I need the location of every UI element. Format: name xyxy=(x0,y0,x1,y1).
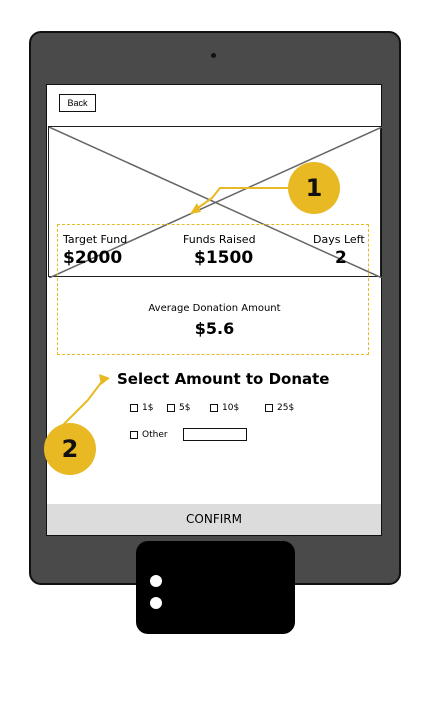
option-10-checkbox[interactable]: 10$ xyxy=(210,403,239,413)
days-left-label: Days Left xyxy=(313,233,365,246)
home-button-panel xyxy=(136,541,295,634)
checkbox-icon[interactable] xyxy=(167,404,175,412)
option-other-checkbox[interactable]: Other xyxy=(130,430,168,440)
indicator-dot xyxy=(150,597,162,609)
target-fund-label: Target Fund xyxy=(63,233,128,246)
indicator-dot xyxy=(150,575,162,587)
option-label: 25$ xyxy=(277,403,295,413)
option-label: 1$ xyxy=(142,403,154,413)
back-button[interactable]: Back xyxy=(59,94,96,112)
checkbox-icon[interactable] xyxy=(130,404,138,412)
annotation-badge-2: 2 xyxy=(44,423,96,475)
option-5-checkbox[interactable]: 5$ xyxy=(167,403,190,413)
checkbox-icon[interactable] xyxy=(265,404,273,412)
average-donation-label: Average Donation Amount xyxy=(148,303,281,314)
option-label: 5$ xyxy=(179,403,191,413)
option-1-checkbox[interactable]: 1$ xyxy=(130,403,153,413)
donate-section-title: Select Amount to Donate xyxy=(117,370,330,388)
option-label: Other xyxy=(142,430,168,440)
funds-raised-label: Funds Raised xyxy=(183,233,256,246)
option-label: 10$ xyxy=(222,403,240,413)
camera-dot xyxy=(211,53,216,58)
target-fund-value: $2000 xyxy=(63,248,123,268)
confirm-button[interactable]: CONFIRM xyxy=(47,504,381,535)
checkbox-icon[interactable] xyxy=(130,431,138,439)
days-left-value: 2 xyxy=(335,248,347,268)
option-25-checkbox[interactable]: 25$ xyxy=(265,403,294,413)
other-amount-input[interactable] xyxy=(183,428,247,441)
average-donation-value: $5.6 xyxy=(194,319,235,338)
funds-raised-value: $1500 xyxy=(194,248,254,268)
annotation-badge-1: 1 xyxy=(288,162,340,214)
checkbox-icon[interactable] xyxy=(210,404,218,412)
